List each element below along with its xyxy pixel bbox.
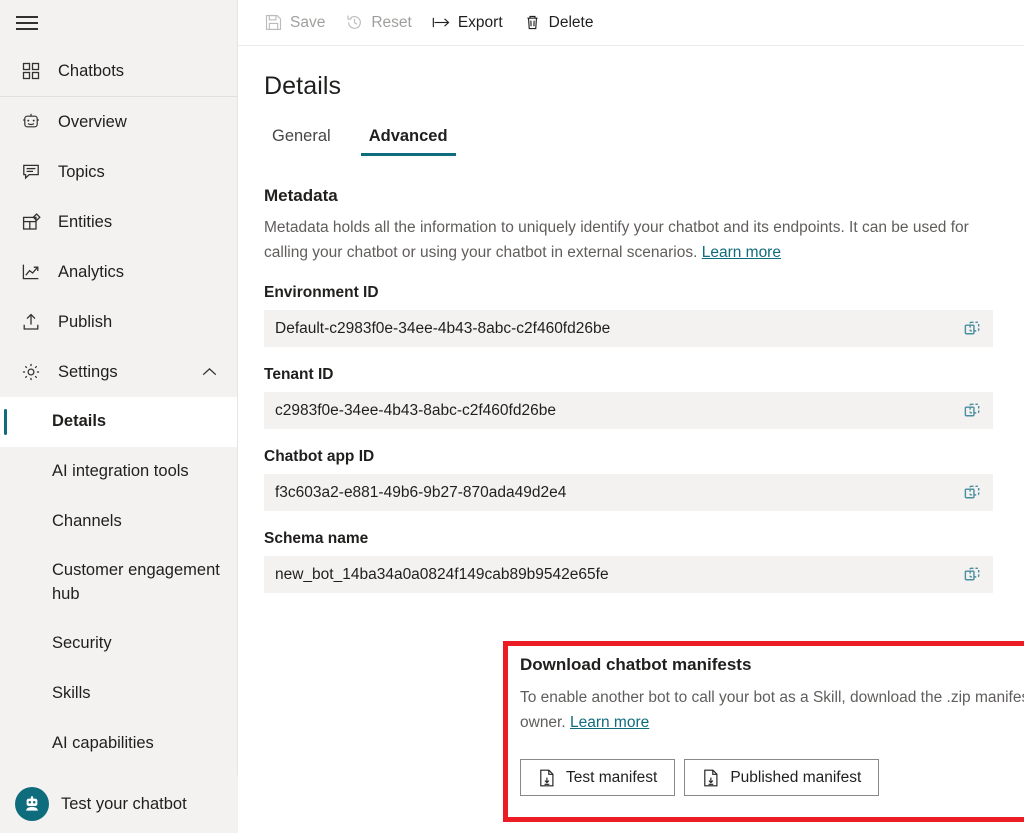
manifest-button-label: Published manifest	[730, 768, 862, 786]
field-value: c2983f0e-34ee-4b43-8abc-c2f460fd26be	[275, 401, 556, 419]
sidebar-subitem-label: Security	[52, 634, 112, 653]
bot-avatar-icon	[15, 787, 49, 821]
sidebar-item-customer-engagement-hub[interactable]: Customer engagement hub	[0, 547, 237, 619]
field-label: Environment ID	[264, 284, 379, 302]
save-icon	[264, 13, 283, 32]
metadata-description-text: Metadata holds all the information to un…	[264, 219, 969, 262]
app-root: Chatbots Overview Topics Entities Analyt…	[0, 0, 1024, 833]
chat-icon	[18, 159, 44, 185]
export-button[interactable]: Export	[422, 7, 513, 39]
copy-icon[interactable]	[959, 316, 985, 342]
published-manifest-button[interactable]: Published manifest	[684, 759, 880, 797]
field-label: Schema name	[264, 530, 369, 548]
hamburger-icon	[16, 16, 38, 30]
sidebar-item-label: Publish	[58, 312, 113, 331]
sidebar-item-label: Settings	[58, 362, 118, 381]
robot-icon	[18, 109, 44, 135]
trash-icon	[523, 13, 542, 32]
field-box: Default-c2983f0e-34ee-4b43-8abc-c2f460fd…	[264, 310, 993, 348]
field-chatbot-app-id: Chatbot app ID f3c603a2-e881-49b6-9b27-8…	[264, 448, 1024, 512]
test-your-chatbot-button[interactable]: Test your chatbot	[0, 775, 238, 833]
toolbar: Save Reset Export Delete	[238, 0, 1024, 46]
sidebar-item-label: Analytics	[58, 262, 125, 281]
download-manifests-section: Download chatbot manifests To enable ano…	[503, 641, 1024, 822]
reset-button[interactable]: Reset	[335, 7, 422, 39]
download-learn-more-link[interactable]: Learn more	[570, 714, 649, 731]
sidebar-item-ai-integration-tools[interactable]: AI integration tools	[0, 447, 237, 497]
sidebar-item-label: Overview	[58, 112, 127, 131]
gear-icon	[18, 359, 44, 385]
field-value: f3c603a2-e881-49b6-9b27-870ada49d2e4	[275, 483, 567, 501]
metadata-learn-more-link[interactable]: Learn more	[702, 244, 781, 261]
sidebar-subitem-label: Details	[52, 412, 107, 431]
download-heading: Download chatbot manifests	[520, 655, 752, 674]
sidebar-item-security[interactable]: Security	[0, 619, 237, 669]
sidebar-item-overview[interactable]: Overview	[0, 97, 237, 147]
sidebar-item-chatbots[interactable]: Chatbots	[0, 46, 237, 96]
delete-label: Delete	[548, 13, 594, 31]
copy-icon[interactable]	[959, 398, 985, 424]
field-box: f3c603a2-e881-49b6-9b27-870ada49d2e4	[264, 474, 993, 512]
metadata-heading: Metadata	[264, 186, 338, 205]
hamburger-menu-button[interactable]	[0, 0, 237, 46]
tab-advanced[interactable]: Advanced	[360, 127, 456, 156]
entities-icon	[18, 209, 44, 235]
save-label: Save	[290, 13, 326, 31]
chevron-up-icon	[202, 363, 217, 382]
field-box: c2983f0e-34ee-4b43-8abc-c2f460fd26be	[264, 392, 993, 430]
page-title: Details	[264, 72, 342, 100]
sidebar-item-publish[interactable]: Publish	[0, 297, 237, 347]
export-label: Export	[457, 13, 503, 31]
download-description: To enable another bot to call your bot a…	[520, 685, 1024, 735]
tab-label: Advanced	[368, 127, 448, 145]
sidebar-subitem-label: Customer engagement hub	[52, 561, 220, 603]
test-chatbot-label: Test your chatbot	[61, 794, 187, 813]
download-file-icon	[538, 769, 556, 787]
sidebar-subitem-label: AI capabilities	[52, 734, 154, 753]
reset-icon	[345, 13, 364, 32]
field-tenant-id: Tenant ID c2983f0e-34ee-4b43-8abc-c2f460…	[264, 366, 1024, 430]
sidebar-item-ai-capabilities[interactable]: AI capabilities	[0, 719, 237, 769]
manifest-buttons: Test manifest Published manifest	[520, 759, 1024, 797]
sidebar: Chatbots Overview Topics Entities Analyt…	[0, 0, 238, 833]
sidebar-item-channels[interactable]: Channels	[0, 497, 237, 547]
delete-button[interactable]: Delete	[513, 7, 604, 39]
sidebar-subitem-label: Channels	[52, 512, 122, 531]
manifest-button-label: Test manifest	[566, 768, 658, 786]
sidebar-item-skills[interactable]: Skills	[0, 669, 237, 719]
sidebar-item-analytics[interactable]: Analytics	[0, 247, 237, 297]
field-box: new_bot_14ba34a0a0824f149cab89b9542e65fe	[264, 556, 993, 594]
reset-label: Reset	[371, 13, 412, 31]
main-content: Save Reset Export Delete Details General…	[238, 0, 1024, 833]
field-value: Default-c2983f0e-34ee-4b43-8abc-c2f460fd…	[275, 319, 611, 337]
sidebar-item-label: Topics	[58, 162, 105, 181]
tab-general[interactable]: General	[264, 127, 339, 156]
tabs: General Advanced	[264, 127, 1024, 156]
sidebar-item-topics[interactable]: Topics	[0, 147, 237, 197]
field-value: new_bot_14ba34a0a0824f149cab89b9542e65fe	[275, 565, 609, 583]
field-label: Tenant ID	[264, 366, 334, 384]
publish-icon	[18, 309, 44, 335]
copy-icon[interactable]	[959, 480, 985, 506]
sidebar-subitem-label: AI integration tools	[52, 462, 189, 481]
sidebar-subitem-label: Skills	[52, 684, 91, 703]
download-file-icon	[702, 769, 720, 787]
copy-icon[interactable]	[959, 562, 985, 588]
sidebar-item-label: Entities	[58, 212, 113, 231]
content-pane: Details General Advanced Metadata Metada…	[238, 72, 1024, 594]
export-icon	[432, 13, 451, 32]
test-manifest-button[interactable]: Test manifest	[520, 759, 676, 797]
sidebar-item-settings[interactable]: Settings	[0, 347, 237, 397]
sidebar-item-label: Chatbots	[58, 61, 125, 80]
field-environment-id: Environment ID Default-c2983f0e-34ee-4b4…	[264, 284, 1024, 348]
field-label: Chatbot app ID	[264, 448, 375, 466]
sidebar-item-details[interactable]: Details	[0, 397, 237, 447]
save-button[interactable]: Save	[254, 7, 335, 39]
sidebar-item-entities[interactable]: Entities	[0, 197, 237, 247]
field-schema-name: Schema name new_bot_14ba34a0a0824f149cab…	[264, 530, 1024, 594]
analytics-icon	[18, 259, 44, 285]
grid-icon	[18, 58, 44, 84]
tab-label: General	[272, 127, 331, 145]
metadata-description: Metadata holds all the information to un…	[264, 215, 980, 265]
